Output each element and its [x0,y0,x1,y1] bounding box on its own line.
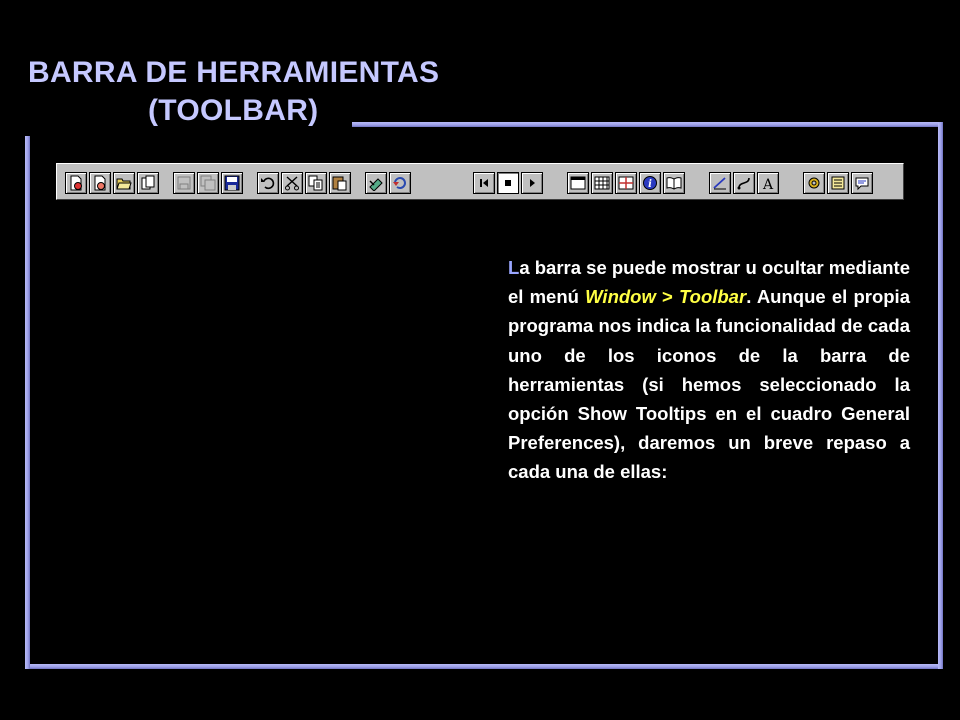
new-file-icon[interactable] [89,172,111,194]
window-icon[interactable] [567,172,589,194]
crosshair-icon[interactable] [615,172,637,194]
cut-icon[interactable] [281,172,303,194]
slide-title-line1: BARRA DE HERRAMIENTAS [28,56,440,89]
menu-toolbar-label: Toolbar [679,286,747,308]
toolbar: i A [56,163,904,200]
book-icon[interactable] [663,172,685,194]
gear-icon[interactable] [803,172,825,194]
paste-icon[interactable] [329,172,351,194]
frame-top-line [352,122,943,127]
play-icon[interactable] [521,172,543,194]
copy-page-icon[interactable] [137,172,159,194]
undo-icon[interactable] [257,172,279,194]
rewind-icon[interactable] [473,172,495,194]
save-gray-icon[interactable] [173,172,195,194]
check-syntax-icon[interactable] [365,172,387,194]
frame-bottom-line [25,664,943,669]
curve-icon[interactable] [733,172,755,194]
comment-icon[interactable] [851,172,873,194]
text-icon[interactable]: A [757,172,779,194]
frame-left-line [25,136,30,669]
save-icon[interactable] [221,172,243,194]
info-icon[interactable]: i [639,172,661,194]
menu-separator: > [655,286,680,308]
svg-text:i: i [648,179,652,190]
paragraph-text-part2: . Aunque el propia programa nos indica l… [508,286,910,483]
menu-window-label: Window [585,286,656,308]
new-story-icon[interactable] [65,172,87,194]
paragraph-first-letter: L [508,257,520,278]
replay-icon[interactable] [389,172,411,194]
svg-text:A: A [762,177,774,191]
frame-right-line [938,122,943,669]
copy-icon[interactable] [305,172,327,194]
slide-title-line2: (TOOLBAR) [148,94,319,127]
grid-icon[interactable] [591,172,613,194]
stop-icon[interactable] [497,172,519,194]
open-folder-icon[interactable] [113,172,135,194]
line-icon[interactable] [709,172,731,194]
document-icon[interactable] [827,172,849,194]
save-all-gray-icon[interactable] [197,172,219,194]
body-paragraph: La barra se puede mostrar u ocultar medi… [508,253,910,487]
